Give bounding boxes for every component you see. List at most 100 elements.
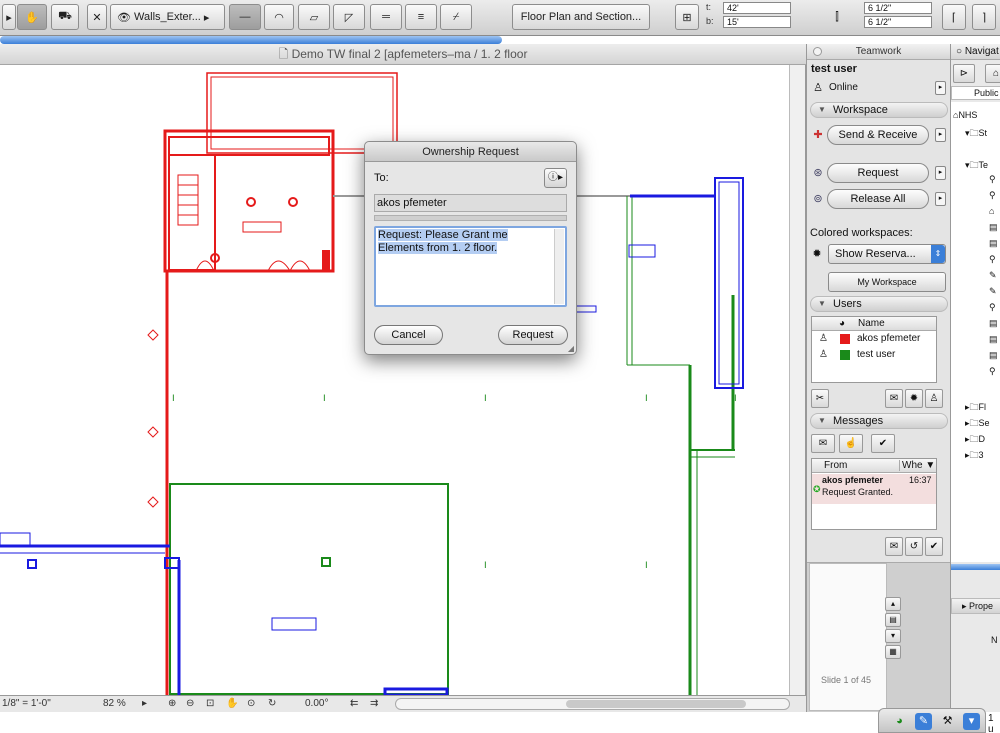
tree-item[interactable]: ▸🗀Se — [965, 416, 990, 432]
tool-icon[interactable]: ⚒ — [939, 713, 956, 730]
slide-thumbnail[interactable] — [809, 563, 887, 711]
messages-header-when[interactable]: Whe ▼ — [899, 460, 935, 471]
curved-wall-icon[interactable]: ◠ — [264, 4, 294, 30]
reference-line-icon[interactable]: ⌈ — [942, 4, 966, 30]
rectangle-wall-icon[interactable]: ⌿ — [440, 4, 472, 30]
tree-leaf[interactable]: ✎ — [989, 270, 997, 281]
message-item[interactable]: akos pfemeter 16:37 ✪ Request Granted. — [812, 474, 936, 504]
dock-menu-icon[interactable]: ▾ — [963, 713, 980, 730]
tree-leaf[interactable]: ▤ — [989, 318, 998, 329]
zoom-in-icon[interactable]: ⊕ — [168, 698, 176, 709]
slide-up-icon[interactable]: ▴ — [885, 597, 901, 611]
tree-leaf[interactable]: ⚲ — [989, 302, 996, 313]
request-button[interactable]: Request — [498, 325, 568, 345]
next-view-icon[interactable]: ⇉ — [370, 698, 378, 709]
color-picker-icon[interactable]: ✹ — [905, 389, 923, 408]
recipient-field[interactable]: akos pfemeter — [374, 194, 567, 212]
view-combo-button[interactable]: Floor Plan and Section... — [512, 4, 650, 30]
horizontal-scroll-thumb[interactable] — [566, 700, 746, 708]
request-menu-arrow[interactable]: ▸ — [935, 166, 946, 180]
cancel-button[interactable]: Cancel — [374, 325, 443, 345]
rotate-view-icon[interactable]: ↻ — [268, 698, 276, 709]
trapezoid-wall-icon[interactable]: ⏥ — [298, 4, 330, 30]
polygon-wall-icon[interactable]: ◸ — [333, 4, 365, 30]
colored-workspaces-select[interactable]: Show Reserva... ⇕ — [828, 244, 946, 264]
send-message-icon[interactable]: ✉ — [885, 389, 903, 408]
zoom-menu-icon[interactable]: ▸ — [142, 698, 147, 709]
tree-leaf[interactable]: ⚲ — [989, 174, 996, 185]
single-wall-icon[interactable]: ═ — [370, 4, 402, 30]
tree-item[interactable]: ⌂NHS — [953, 110, 977, 120]
tree-item[interactable]: ▸🗀D — [965, 432, 985, 448]
top-height-field[interactable]: 42' — [723, 2, 791, 14]
status-menu-arrow[interactable]: ▸ — [935, 81, 946, 95]
home-icon[interactable]: ⌂ — [985, 64, 1000, 83]
hide-layer-icon[interactable]: ✕ — [87, 4, 107, 30]
slide-list-icon[interactable]: ▤ — [885, 613, 901, 627]
tree-item[interactable]: ▾🗀St — [965, 126, 987, 142]
resize-grip-icon[interactable]: ◢ — [568, 344, 574, 353]
tree-item[interactable]: ▾🗀Te — [965, 158, 988, 174]
remove-user-icon[interactable]: ✂ — [811, 389, 829, 408]
elevation-icon[interactable]: ⊞ — [675, 4, 699, 30]
thickness-field-1[interactable]: 6 1/2" — [864, 2, 932, 14]
tree-leaf[interactable]: ▤ — [989, 334, 998, 345]
mark-done-icon[interactable]: ✔ — [925, 537, 943, 556]
tree-leaf[interactable]: ⌂ — [989, 206, 994, 216]
globe-icon[interactable]: ◕ — [891, 713, 908, 730]
workspace-section-header[interactable]: Workspace — [810, 102, 948, 118]
layer-select[interactable]: 👁 Walls_Exter... ▸ — [110, 4, 225, 30]
checklist-icon[interactable]: ✔ — [871, 434, 895, 453]
send-receive-button[interactable]: Send & Receive — [827, 125, 929, 145]
user-info-icon[interactable]: ♙ — [925, 389, 943, 408]
close-icon[interactable]: ○ — [956, 46, 962, 57]
splitter-handle[interactable] — [374, 215, 567, 221]
message-textarea[interactable]: Request: Please Grant me Elements from 1… — [374, 226, 567, 307]
properties-section-header[interactable]: ▸ Prope — [951, 598, 1000, 614]
slide-page-icon[interactable]: ▦ — [885, 645, 901, 659]
pan-icon[interactable]: ✋ — [226, 698, 238, 709]
public-view-tab[interactable]: Public — [951, 86, 1000, 100]
tree-item[interactable]: ▸🗀Fl — [965, 400, 986, 416]
request-button-palette[interactable]: Request — [827, 163, 929, 183]
zoom-out-icon[interactable]: ⊖ — [186, 698, 194, 709]
horizontal-scrollbar[interactable] — [395, 698, 790, 710]
scale-indicator[interactable]: 1/8" = 1'-0" — [2, 698, 51, 709]
user-row[interactable]: ♙ test user — [812, 347, 936, 363]
release-menu-arrow[interactable]: ▸ — [935, 192, 946, 206]
tree-leaf[interactable]: ⚲ — [989, 366, 996, 377]
tree-leaf[interactable]: ▤ — [989, 238, 998, 249]
bottom-height-field[interactable]: 15' — [723, 16, 791, 28]
reply-message-icon[interactable]: ↺ — [905, 537, 923, 556]
pointer-tool-button[interactable]: ✋ — [17, 4, 47, 30]
thickness-field-2[interactable]: 6 1/2" — [864, 16, 932, 28]
fit-window-icon[interactable]: ⊡ — [206, 698, 214, 709]
reference-side-icon[interactable]: ⌉ — [972, 4, 996, 30]
hand-icon[interactable]: ☝ — [839, 434, 863, 453]
tree-leaf[interactable]: ⚲ — [989, 190, 996, 201]
tree-item[interactable]: ▸🗀3 — [965, 448, 984, 464]
zoom-previous-icon[interactable]: ⊙ — [247, 698, 255, 709]
straight-wall-icon[interactable]: — — [229, 4, 261, 30]
tree-leaf[interactable]: ▤ — [989, 350, 998, 361]
chained-wall-icon[interactable]: ≡ — [405, 4, 437, 30]
navigator-view-icon[interactable]: ⊳ — [953, 64, 975, 83]
tree-leaf[interactable]: ▤ — [989, 222, 998, 233]
release-all-button[interactable]: Release All — [827, 189, 929, 209]
magic-wand-icon[interactable]: ⛟ — [51, 4, 79, 30]
user-row[interactable]: ♙ akos pfemeter — [812, 331, 936, 347]
navigator-scrollbar[interactable] — [951, 564, 1000, 570]
zoom-indicator[interactable]: 82 % — [103, 698, 126, 709]
my-workspace-button[interactable]: My Workspace — [828, 272, 946, 292]
previous-view-icon[interactable]: ⇇ — [350, 698, 358, 709]
tree-leaf[interactable]: ⚲ — [989, 254, 996, 265]
close-icon[interactable] — [813, 47, 822, 56]
tree-leaf[interactable]: ✎ — [989, 286, 997, 297]
users-section-header[interactable]: Users — [810, 296, 948, 312]
slide-down-icon[interactable]: ▾ — [885, 629, 901, 643]
app-icon[interactable]: ✎ — [915, 713, 932, 730]
recipient-menu-button[interactable]: ⓘ▸ — [544, 168, 567, 188]
message-scrollbar[interactable] — [554, 229, 564, 304]
toolbar-arrow-icon[interactable]: ▸ — [2, 4, 16, 30]
envelope-icon[interactable]: ✉ — [811, 434, 835, 453]
